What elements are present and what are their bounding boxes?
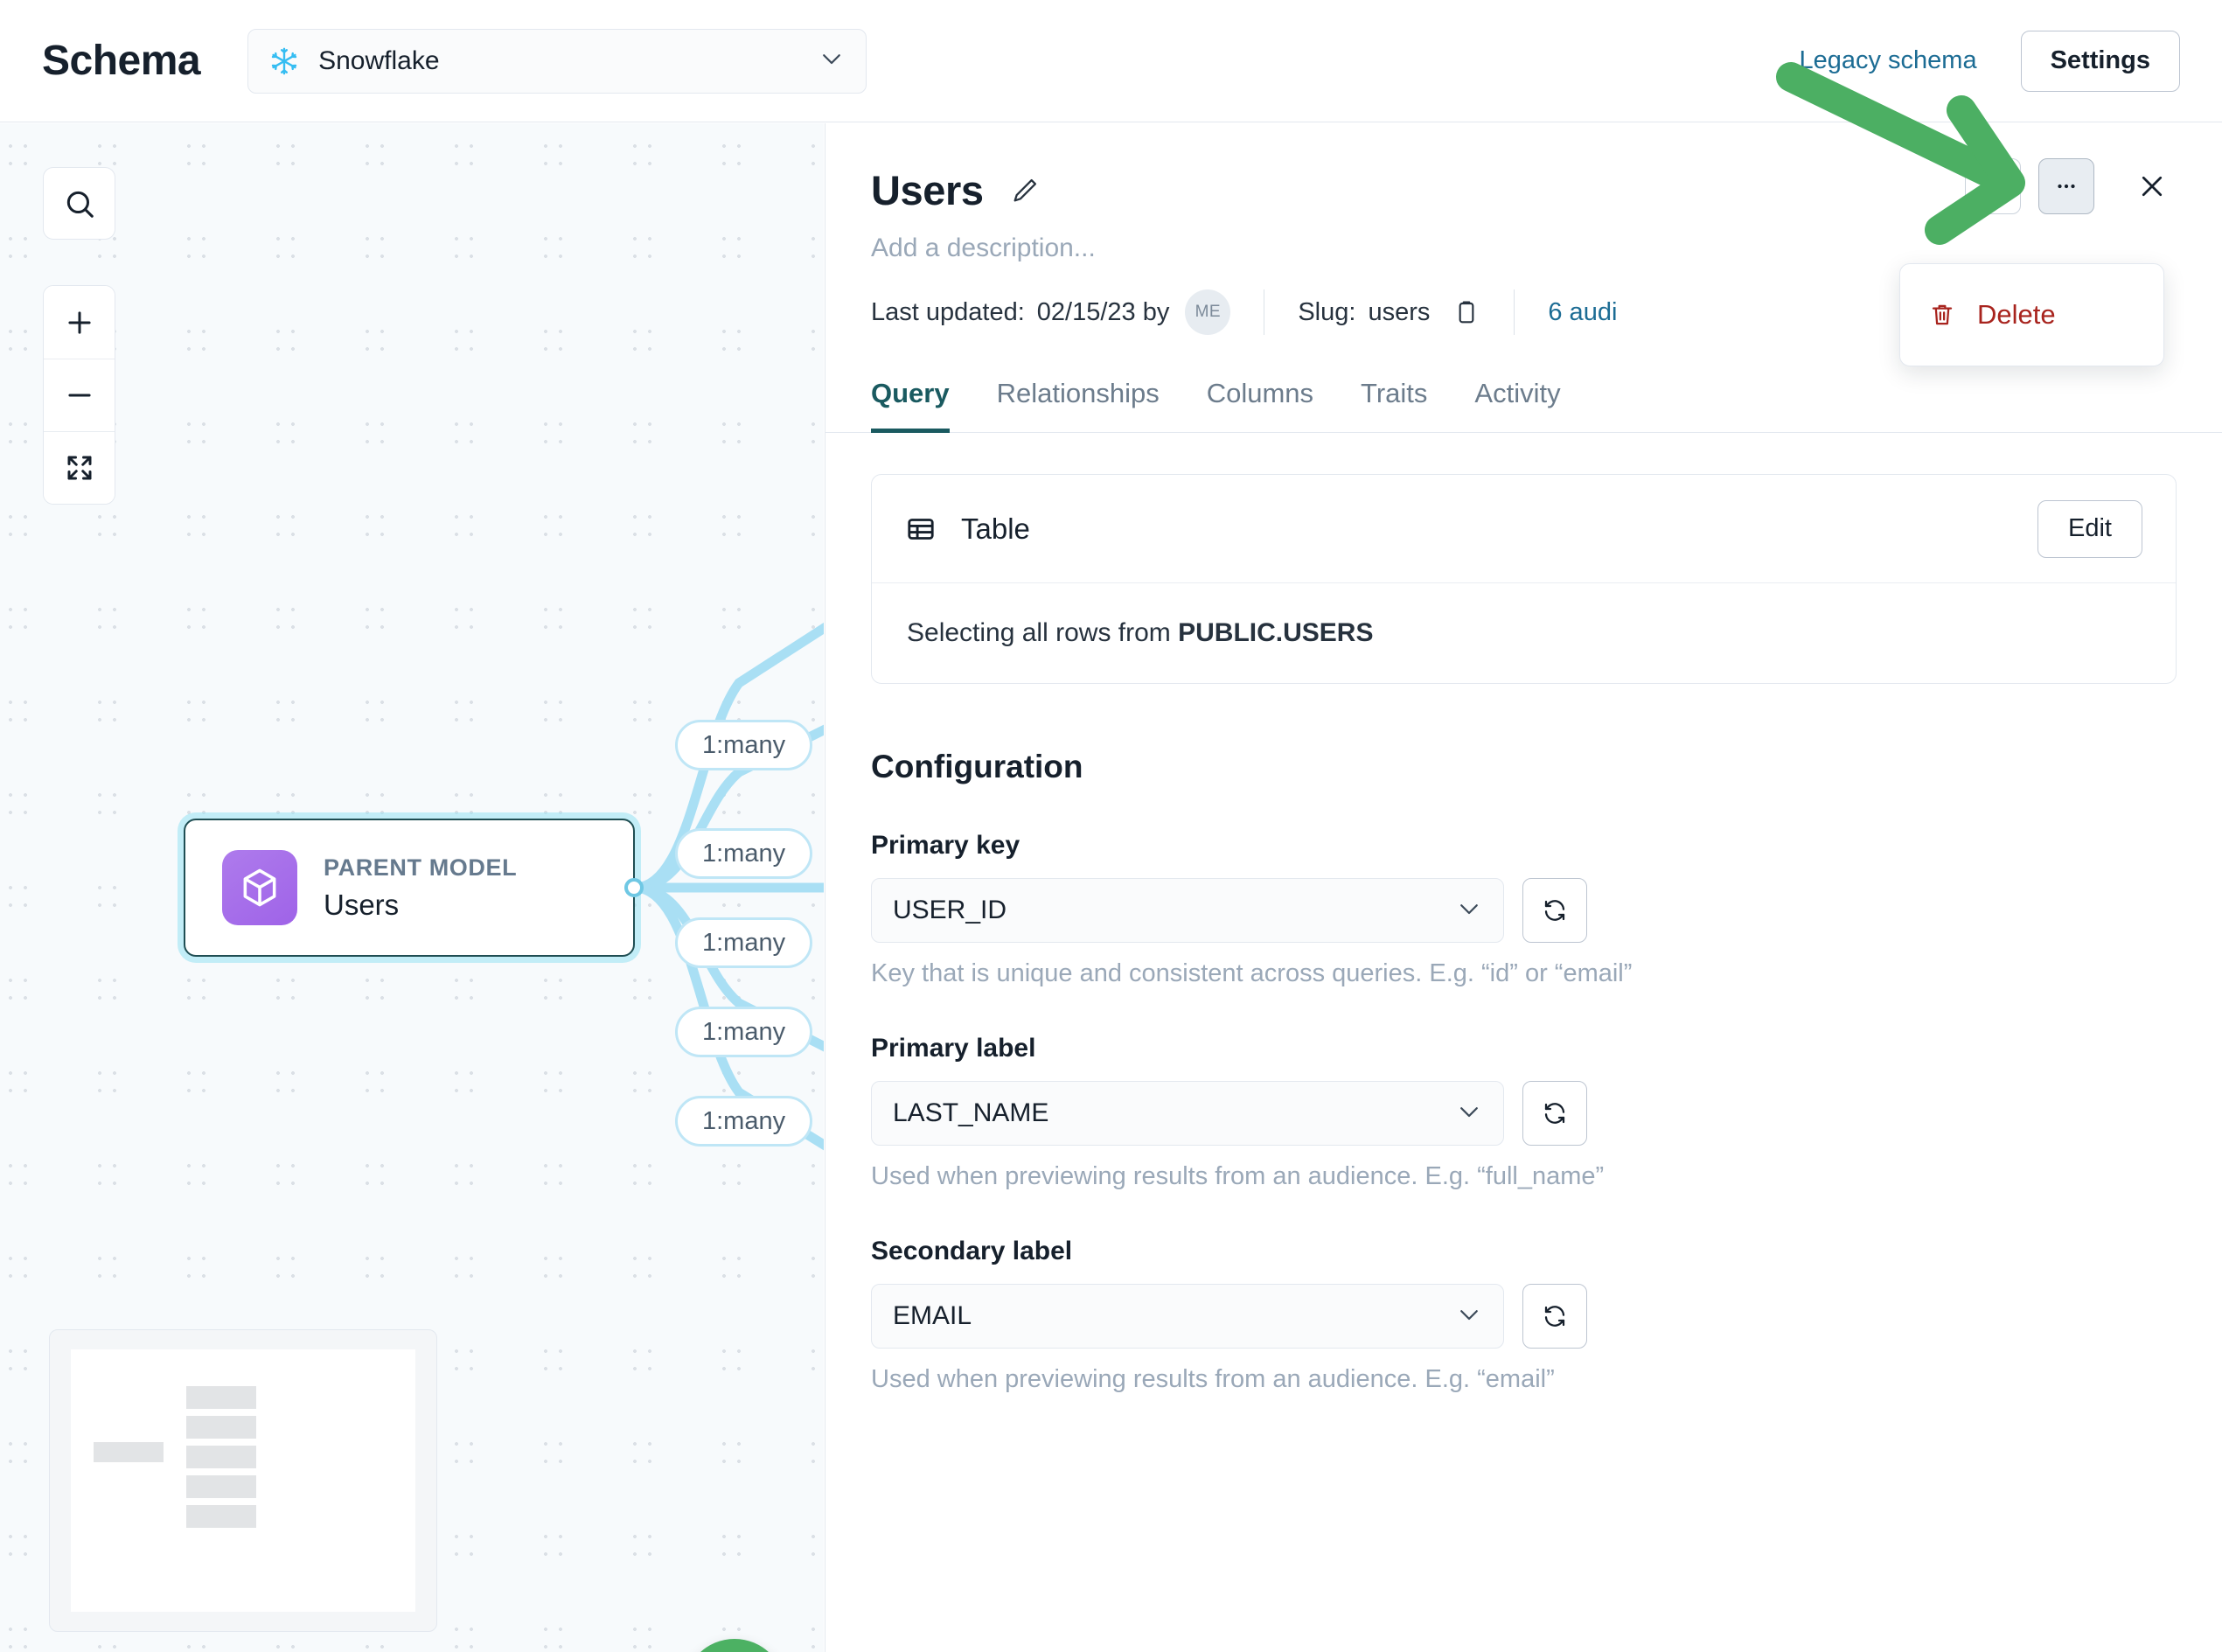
secondary-label-field: Secondary label EMAIL Used when previewi…: [871, 1237, 2177, 1394]
more-options-menu: Delete: [1899, 263, 2164, 366]
description-placeholder[interactable]: Add a description...: [871, 234, 2177, 263]
tab-query[interactable]: Query: [871, 378, 950, 433]
menu-item-delete[interactable]: Delete: [1900, 289, 2163, 341]
primary-key-label: Primary key: [871, 831, 1020, 860]
node-name: Users: [324, 888, 400, 921]
primary-key-row: USER_ID: [871, 878, 2177, 943]
chevron-down-icon: [1456, 896, 1482, 926]
slug-value: users: [1368, 297, 1431, 326]
avatar[interactable]: ME: [1185, 289, 1231, 335]
relationship-pill[interactable]: 1:many: [675, 720, 813, 770]
last-updated-label: Last updated:: [871, 297, 1025, 326]
primary-label-row: LAST_NAME: [871, 1081, 2177, 1146]
detail-panel: Users Add a description... Last updated:…: [825, 123, 2222, 1652]
minimap-node: [186, 1386, 256, 1409]
relationship-pill[interactable]: 1:many: [675, 1007, 813, 1057]
more-options-button[interactable]: [2038, 158, 2094, 214]
query-summary-target: PUBLIC.USERS: [1178, 618, 1374, 647]
panel-header-actions: [1965, 158, 2177, 214]
detail-panel-tabs: Query Relationships Columns Traits Activ…: [825, 377, 2222, 433]
secondary-label-row: EMAIL: [871, 1284, 2177, 1349]
close-panel-button[interactable]: [2128, 162, 2177, 211]
primary-label-refresh-button[interactable]: [1522, 1081, 1587, 1146]
primary-label-value: LAST_NAME: [893, 1098, 1049, 1127]
page-title: Users: [871, 167, 984, 213]
menu-item-delete-label: Delete: [1977, 299, 2056, 330]
canvas-search-button[interactable]: [43, 167, 115, 240]
primary-key-value: USER_ID: [893, 896, 1007, 924]
top-bar: Schema Snowflake Legacy schema Settings: [0, 0, 2222, 122]
minimap-viewport: [71, 1349, 415, 1612]
schema-canvas[interactable]: PARENT MODEL Users 1:many 1:many 1:many …: [0, 123, 824, 1652]
tab-columns[interactable]: Columns: [1207, 378, 1313, 433]
minimap-node: [186, 1416, 256, 1439]
chevron-down-icon: [1456, 1301, 1482, 1332]
minimap-node: [94, 1442, 164, 1462]
primary-label-select[interactable]: LAST_NAME: [871, 1081, 1504, 1146]
top-bar-actions: Legacy schema Settings: [1799, 30, 2222, 92]
relationship-pill[interactable]: 1:many: [675, 1096, 813, 1147]
relationship-pill[interactable]: 1:many: [675, 828, 813, 879]
secondary-label-select[interactable]: EMAIL: [871, 1284, 1504, 1349]
source-name: Snowflake: [318, 45, 440, 75]
query-card-body: Selecting all rows from PUBLIC.USERS: [872, 583, 2176, 683]
copy-slug-icon[interactable]: [1452, 298, 1480, 326]
zoom-out-button[interactable]: [44, 359, 115, 431]
secondary-label-value: EMAIL: [893, 1301, 972, 1330]
minimap-node: [186, 1475, 256, 1498]
primary-key-refresh-button[interactable]: [1522, 878, 1587, 943]
edit-query-button[interactable]: Edit: [2037, 499, 2142, 558]
source-select[interactable]: Snowflake: [247, 28, 867, 94]
query-summary-prefix: Selecting all rows from: [907, 618, 1179, 647]
primary-label-help: Used when previewing results from an aud…: [871, 1162, 1605, 1190]
detail-panel-body: Table Edit Selecting all rows from PUBLI…: [825, 433, 2222, 1394]
query-card-header: Table Edit: [872, 475, 2176, 583]
primary-key-select[interactable]: USER_ID: [871, 878, 1504, 943]
tab-traits[interactable]: Traits: [1361, 378, 1427, 433]
table-icon: [905, 513, 937, 545]
query-card: Table Edit Selecting all rows from PUBLI…: [871, 474, 2177, 684]
legacy-schema-link[interactable]: Legacy schema: [1799, 46, 1976, 75]
minimap-node: [186, 1446, 256, 1468]
slug-label: Slug:: [1298, 297, 1356, 326]
app-title: Schema: [42, 38, 201, 84]
node-output-port[interactable]: [624, 878, 644, 897]
snowflake-icon: [269, 46, 299, 76]
fit-view-button[interactable]: [44, 431, 115, 504]
chevron-down-icon: [818, 45, 845, 76]
canvas-zoom-controls: [43, 285, 115, 505]
secondary-label-label: Secondary label: [871, 1237, 1073, 1265]
divider: [1514, 289, 1515, 335]
minimap-node: [186, 1505, 256, 1528]
tab-relationships[interactable]: Relationships: [997, 378, 1160, 433]
settings-button[interactable]: Settings: [2020, 30, 2180, 92]
edit-title-pencil-icon[interactable]: [1010, 176, 1040, 206]
primary-key-help: Key that is unique and consistent across…: [871, 959, 1633, 987]
relationship-pill[interactable]: 1:many: [675, 917, 813, 968]
tab-activity[interactable]: Activity: [1474, 378, 1560, 433]
trash-icon: [1928, 301, 1956, 329]
primary-label-field: Primary label LAST_NAME Used when previe…: [871, 1034, 2177, 1191]
secondary-label-help: Used when previewing results from an aud…: [871, 1365, 1555, 1393]
secondary-label-refresh-button[interactable]: [1522, 1284, 1587, 1349]
configuration-section-title: Configuration: [871, 749, 1083, 784]
node-kicker: PARENT MODEL: [324, 854, 518, 881]
node-text: PARENT MODEL Users: [324, 854, 517, 922]
primary-key-field: Primary key USER_ID Key that is unique a…: [871, 831, 2177, 988]
zoom-in-button[interactable]: [44, 286, 115, 359]
audiences-link[interactable]: 6 audi: [1548, 298, 1617, 327]
primary-label-label: Primary label: [871, 1034, 1036, 1063]
canvas-minimap[interactable]: [49, 1329, 437, 1632]
query-card-title: Table: [961, 512, 1030, 545]
refresh-button[interactable]: [1965, 158, 2021, 214]
parent-model-node[interactable]: PARENT MODEL Users: [184, 819, 635, 957]
chevron-down-icon: [1456, 1098, 1482, 1129]
cube-icon: [222, 850, 297, 925]
last-updated-value: 02/15/23 by: [1036, 297, 1170, 326]
